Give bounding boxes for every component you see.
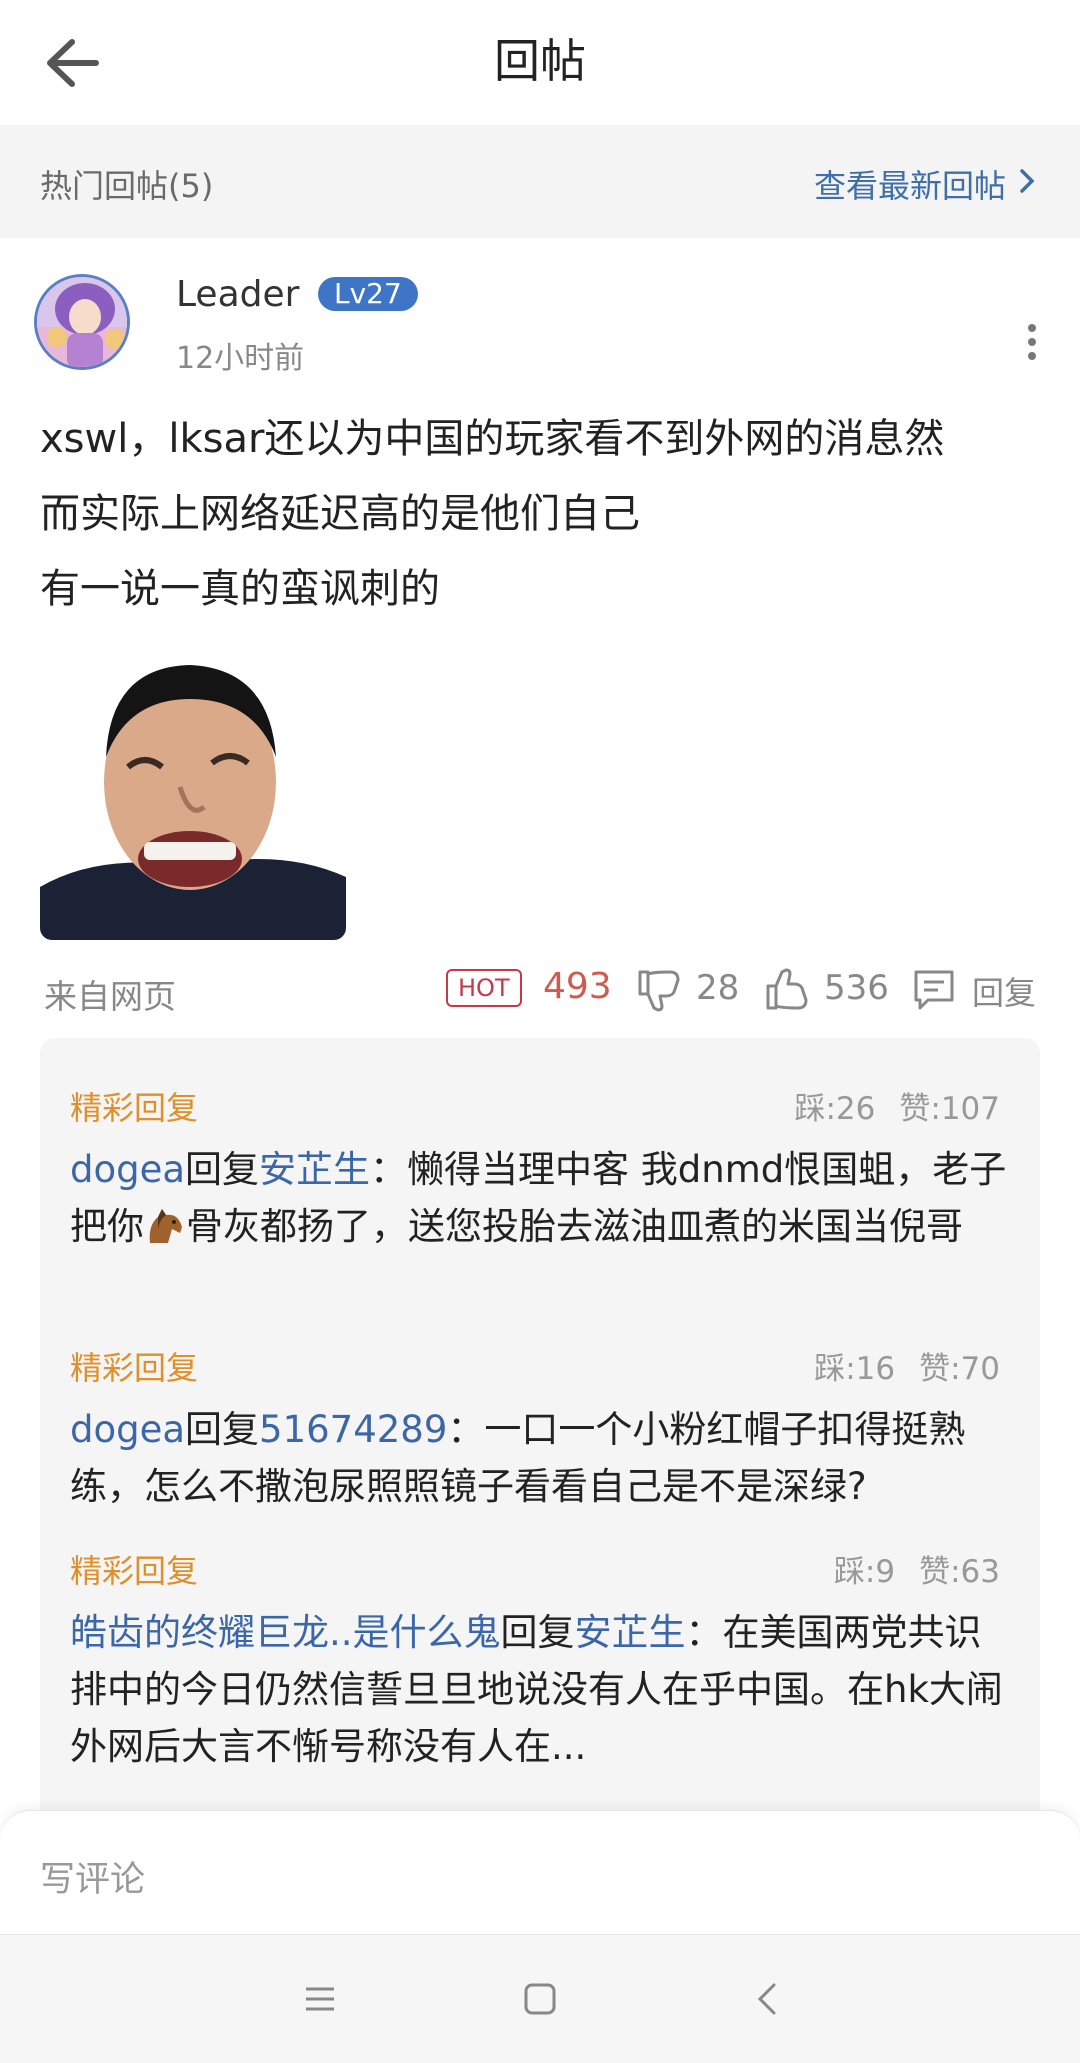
reply-content: 骨灰都扬了，送您投胎去滋油皿煮的米国当倪哥 bbox=[186, 1205, 963, 1248]
comment-input[interactable]: 写评论 bbox=[40, 1851, 145, 1902]
comment-icon[interactable] bbox=[912, 968, 956, 1012]
reply-text: dogea回复安芷生：懒得当理中客 我dnmd恨国蛆，老子把你 骨灰都扬了，送您投… bbox=[70, 1141, 1010, 1255]
post-image[interactable] bbox=[40, 637, 346, 940]
reply-dislikes: 踩:9 bbox=[833, 1554, 896, 1590]
post-source: 来自网页 bbox=[44, 977, 176, 1016]
reply-dislikes: 踩:16 bbox=[814, 1351, 896, 1387]
hot-replies-bar: 热门回帖(5) 查看最新回帖 bbox=[0, 125, 1080, 238]
reply-author[interactable]: dogea bbox=[70, 1408, 185, 1451]
post-body: xswl，lksar还以为中国的玩家看不到外网的消息然 而实际上网络延迟高的是他… bbox=[40, 402, 1040, 627]
back-icon[interactable] bbox=[748, 1979, 788, 2019]
post-time: 12小时前 bbox=[176, 341, 305, 376]
hot-replies-title: 热门回帖(5) bbox=[40, 167, 214, 205]
post-line: 有一说一真的蛮讽刺的 bbox=[40, 566, 440, 612]
reply-item[interactable]: 精彩回复 踩:16 赞:70 dogea回复51674289：一口一个小粉红帽子扣… bbox=[70, 1343, 1010, 1515]
reply-item[interactable]: 精彩回复 踩:26 赞:107 dogea回复安芷生：懒得当理中客 我dnmd恨国… bbox=[70, 1083, 1010, 1255]
reply-author[interactable]: dogea bbox=[70, 1148, 185, 1191]
reply-target[interactable]: 安芷生 bbox=[575, 1611, 686, 1654]
dislike-count: 28 bbox=[696, 968, 740, 1008]
view-latest-replies-link[interactable]: 查看最新回帖 bbox=[814, 161, 1036, 207]
horse-emoji-icon bbox=[144, 1204, 186, 1244]
username[interactable]: Leader bbox=[176, 274, 299, 315]
reply-likes: 赞:70 bbox=[919, 1351, 1000, 1387]
reply-likes: 赞:107 bbox=[899, 1091, 1000, 1127]
reply-dislikes: 踩:26 bbox=[794, 1091, 876, 1127]
level-badge: Lv27 bbox=[318, 277, 418, 311]
system-nav-bar bbox=[0, 1934, 1080, 2063]
hot-badge: HOT bbox=[446, 969, 522, 1007]
reply-stats: 踩:9 赞:63 bbox=[810, 1546, 1000, 1591]
reply-stats: 踩:16 赞:70 bbox=[790, 1343, 1000, 1388]
featured-reply-tag: 精彩回复 bbox=[70, 1349, 199, 1387]
hot-count: 493 bbox=[543, 966, 612, 1007]
post-line: xswl，lksar还以为中国的玩家看不到外网的消息然 bbox=[40, 416, 945, 462]
reply-target[interactable]: 安芷生 bbox=[259, 1148, 370, 1191]
reply-word: 回复 bbox=[500, 1611, 575, 1654]
thumbs-down-icon[interactable] bbox=[636, 968, 682, 1012]
post-meta-row: 来自网页 HOT 493 28 536 回复 bbox=[0, 960, 1080, 1022]
top-bar: 回帖 bbox=[0, 0, 1080, 125]
featured-replies-box: 精彩回复 踩:26 赞:107 dogea回复安芷生：懒得当理中客 我dnmd恨国… bbox=[40, 1038, 1040, 1818]
reply-author[interactable]: 皓齿的终耀巨龙..是什么鬼 bbox=[70, 1611, 501, 1654]
reply-button[interactable]: 回复 bbox=[972, 968, 1036, 1014]
reply-text: 皓齿的终耀巨龙..是什么鬼回复安芷生：在美国两党共识排中的今日仍然信誓旦旦地说没… bbox=[70, 1604, 1010, 1775]
avatar[interactable] bbox=[34, 274, 130, 370]
more-options-icon[interactable] bbox=[1012, 318, 1052, 374]
reply-target[interactable]: 51674289 bbox=[259, 1408, 447, 1451]
reply-word: 回复 bbox=[185, 1408, 260, 1451]
reply-text: dogea回复51674289：一口一个小粉红帽子扣得挺熟练，怎么不撒泡尿照照镜… bbox=[70, 1401, 1010, 1515]
like-count: 536 bbox=[824, 968, 889, 1008]
reply-likes: 赞:63 bbox=[919, 1554, 1000, 1590]
thumbs-up-icon[interactable] bbox=[764, 966, 810, 1012]
comment-bar[interactable]: 写评论 bbox=[0, 1810, 1080, 1935]
chevron-right-icon bbox=[1018, 165, 1036, 203]
reply-stats: 踩:26 赞:107 bbox=[770, 1083, 1000, 1128]
home-icon[interactable] bbox=[520, 1979, 560, 2019]
featured-reply-tag: 精彩回复 bbox=[70, 1089, 199, 1127]
view-latest-label: 查看最新回帖 bbox=[813, 167, 1006, 205]
reply-item[interactable]: 精彩回复 踩:9 赞:63 皓齿的终耀巨龙..是什么鬼回复安芷生：在美国两党共识排… bbox=[70, 1546, 1010, 1775]
featured-reply-tag: 精彩回复 bbox=[70, 1552, 199, 1590]
reply-word: 回复 bbox=[185, 1148, 260, 1191]
post-line: 而实际上网络延迟高的是他们自己 bbox=[40, 491, 640, 537]
page-title: 回帖 bbox=[494, 34, 586, 88]
menu-icon[interactable] bbox=[300, 1979, 340, 2019]
